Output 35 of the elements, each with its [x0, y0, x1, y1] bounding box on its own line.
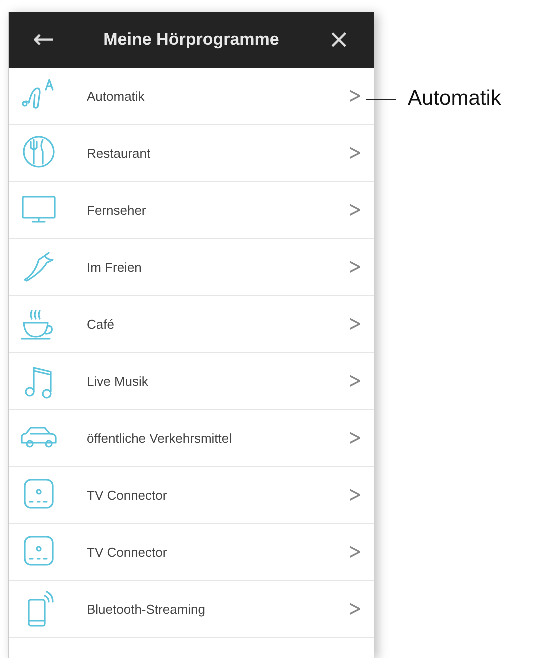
back-button[interactable]: ← [25, 27, 63, 53]
list-row[interactable]: TV Connector > [9, 524, 374, 581]
program-label: TV Connector [87, 488, 168, 502]
chevron-icon: > [348, 482, 362, 508]
chevron-icon: > [348, 312, 362, 336]
program-label: Im Freien [87, 260, 143, 274]
chevron-icon: > [348, 596, 362, 622]
chevron-icon: > [348, 140, 362, 166]
list-row[interactable]: öffentliche Verkehrsmittel > [9, 410, 374, 467]
callout-label: Automatik [408, 87, 502, 111]
chevron-icon: > [348, 254, 362, 280]
chevron-icon: > [348, 198, 362, 222]
list-row[interactable]: Bluetooth-Streaming > [9, 581, 374, 638]
program-label: TV Connector [87, 544, 168, 560]
program-label: Fernseher [87, 202, 148, 218]
list-row[interactable]: Café > [9, 296, 374, 353]
program-label: öffentliche Verkehrsmittel [87, 430, 233, 446]
list-row[interactable]: Fernseher > [9, 182, 374, 239]
screen-title: Meine Hörprogramme [104, 30, 280, 50]
close-button[interactable]: × [320, 27, 358, 53]
list-row[interactable]: Automatik > [9, 68, 374, 125]
program-label: Automatik [87, 88, 146, 104]
chevron-icon: > [348, 426, 362, 450]
leader-line [366, 98, 396, 100]
program-label: Bluetooth-Streaming [87, 602, 207, 616]
chevron-icon: > [348, 540, 362, 564]
chevron-icon: > [348, 84, 362, 108]
list-row[interactable]: Restaurant > [9, 125, 374, 182]
list-row[interactable]: Live Musik > [9, 353, 374, 410]
program-label: Café [87, 316, 116, 332]
program-label: Live Musik [87, 374, 150, 388]
program-label: Restaurant [87, 146, 152, 160]
list-row[interactable]: Im Freien > [9, 239, 374, 296]
chevron-icon: > [348, 368, 362, 394]
list-row[interactable]: TV Connector > [9, 467, 374, 524]
